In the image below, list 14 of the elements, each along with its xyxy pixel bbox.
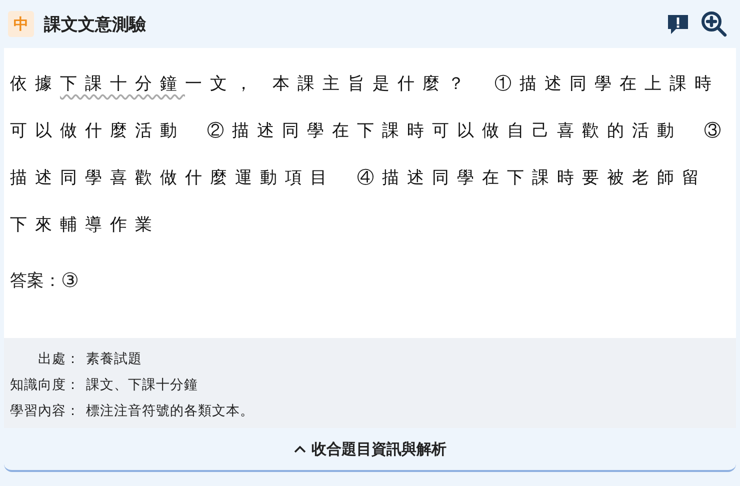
level-badge: 中 <box>8 11 34 37</box>
info-value: 素養試題 <box>86 350 143 368</box>
report-icon[interactable] <box>666 12 690 36</box>
info-label: 知識向度： <box>9 376 80 394</box>
info-value: 標注注音符號的各類文本。 <box>86 402 255 420</box>
question-text: 依據 下課十分鐘 一文， 本課主旨是什麼？ ①描述同學在上課時可以做什麼活動 ②描述同學在下課時可以做自己喜歡的活動 ③描述同學喜歡做什麼運動項目 ④描述同學在下課時要被老師留下來輔導作業 <box>10 73 730 236</box>
zoom-in-icon[interactable] <box>700 10 728 38</box>
info-value: 課文、下課十分鐘 <box>86 376 199 394</box>
answer-value: ③ <box>61 268 79 292</box>
info-label: 學習內容： <box>9 402 80 420</box>
caret-icon <box>294 445 306 453</box>
answer-label: 答案： <box>10 270 61 292</box>
quiz-title: 課文文意測驗 <box>44 14 147 36</box>
info-label: 出處： <box>37 350 80 368</box>
